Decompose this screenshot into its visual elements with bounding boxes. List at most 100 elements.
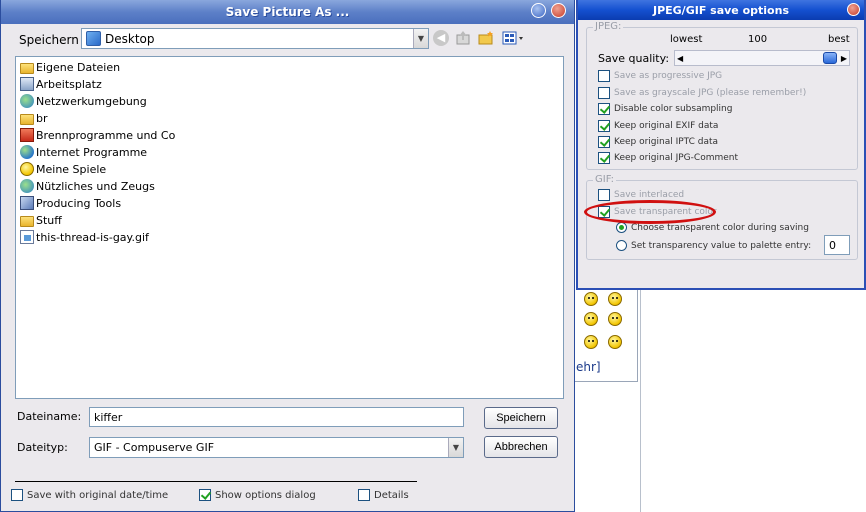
list-item[interactable]: Meine Spiele (20, 161, 106, 177)
file-name: this-thread-is-gay.gif (36, 230, 149, 244)
radio-button[interactable] (616, 240, 627, 251)
progressive-jpg-checkbox[interactable]: Save as progressive JPG (598, 70, 722, 82)
window-title: JPEG/GIF save options (652, 3, 789, 17)
checkbox-box[interactable] (598, 189, 610, 201)
view-menu-icon[interactable] (502, 30, 526, 46)
list-item[interactable]: Eigene Dateien (20, 59, 120, 75)
checkbox-box[interactable] (598, 206, 610, 218)
smiley-icon[interactable] (608, 292, 622, 306)
close-button[interactable] (551, 3, 566, 18)
original-date-checkbox[interactable]: Save with original date/time (11, 489, 168, 501)
filename-label: Dateiname: (17, 410, 82, 423)
programs-icon (20, 128, 34, 142)
radio-label: Choose transparent color during saving (631, 222, 809, 233)
title-bar[interactable]: JPEG/GIF save options (578, 0, 864, 20)
save-options-window: JPEG/GIF save options JPEG: lowest 100 b… (576, 0, 866, 290)
checkbox-label: Details (374, 489, 409, 501)
chevron-down-icon[interactable]: ▼ (448, 438, 463, 457)
filetype-label: Dateityp: (17, 441, 68, 454)
smiley-panel: ehr] (574, 290, 638, 382)
checkbox-box[interactable] (358, 489, 370, 501)
dialog-title: Save Picture As ... (225, 5, 350, 19)
checkbox-box[interactable] (598, 103, 610, 115)
checkbox-box[interactable] (598, 136, 610, 148)
save-button[interactable]: Speichern (484, 407, 558, 429)
slider-thumb[interactable] (823, 52, 837, 64)
checkbox-label: Show options dialog (215, 489, 316, 501)
filetype-value: GIF - Compuserve GIF (94, 441, 215, 454)
checkbox-box[interactable] (598, 70, 610, 82)
globe-icon (20, 145, 34, 159)
file-name: Producing Tools (36, 196, 122, 210)
file-name: Internet Programme (36, 145, 148, 159)
list-item[interactable]: Producing Tools (20, 195, 121, 211)
details-checkbox[interactable]: Details (358, 489, 409, 501)
smiley-icon[interactable] (584, 312, 598, 326)
file-list[interactable]: Eigene Dateien Arbeitsplatz Netzwerkumge… (15, 56, 564, 399)
checkbox-box[interactable] (199, 489, 211, 501)
file-name: Netzwerkumgebung (36, 94, 147, 108)
checkbox-label: Keep original EXIF data (614, 121, 719, 131)
title-bar[interactable]: Save Picture As ... (1, 0, 574, 24)
filename-field[interactable] (89, 407, 464, 427)
list-item[interactable]: Nützliches und Zeugs (20, 178, 155, 194)
list-item[interactable]: Stuff (20, 212, 62, 228)
list-item[interactable]: Arbeitsplatz (20, 76, 102, 92)
list-item[interactable]: this-thread-is-gay.gif (20, 229, 149, 245)
smiley-icon[interactable] (608, 312, 622, 326)
list-item[interactable]: Netzwerkumgebung (20, 93, 147, 109)
list-item[interactable]: br (20, 110, 48, 126)
checkbox-box[interactable] (598, 120, 610, 132)
desktop-icon (86, 31, 101, 46)
list-item[interactable]: Brennprogramme und Co (20, 127, 175, 143)
checkbox-label: Save as grayscale JPG (please remember!) (614, 88, 807, 98)
smiley-icon[interactable] (584, 335, 598, 349)
smiley-icon[interactable] (608, 335, 622, 349)
help-button[interactable] (531, 3, 546, 18)
exif-checkbox[interactable]: Keep original EXIF data (598, 120, 718, 132)
palette-entry-field[interactable] (824, 235, 850, 255)
quality-low-label: lowest (670, 34, 703, 45)
radio-button[interactable] (616, 222, 627, 233)
chevron-down-icon[interactable]: ▼ (413, 29, 428, 48)
close-button[interactable] (847, 3, 860, 16)
color-subsampling-checkbox[interactable]: Disable color subsampling (598, 103, 732, 115)
grayscale-jpg-checkbox[interactable]: Save as grayscale JPG (please remember!) (598, 87, 806, 99)
back-icon[interactable]: ◀ (433, 30, 449, 46)
new-folder-icon[interactable] (478, 30, 494, 46)
file-name: Brennprogramme und Co (36, 128, 176, 142)
checkbox-label: Keep original IPTC data (614, 137, 719, 147)
checkbox-label: Save as progressive JPG (614, 71, 723, 81)
file-name: Meine Spiele (36, 162, 107, 176)
quality-label: Save quality: (598, 52, 670, 65)
iptc-checkbox[interactable]: Keep original IPTC data (598, 136, 718, 148)
quality-value: 100 (748, 34, 768, 45)
radio-label: Set transparency value to palette entry: (631, 240, 812, 251)
filetype-select[interactable]: GIF - Compuserve GIF ▼ (89, 437, 464, 458)
group-title: GIF: (593, 174, 617, 185)
checkbox-box[interactable] (11, 489, 23, 501)
more-smilies-link[interactable]: ehr] (576, 360, 601, 374)
checkbox-label: Save transparent color (614, 207, 717, 217)
choose-transparent-radio[interactable]: Choose transparent color during saving (616, 222, 809, 233)
chevron-left-icon[interactable]: ◀ (677, 54, 683, 63)
chevron-right-icon[interactable]: ▶ (841, 54, 847, 63)
quality-slider[interactable]: ◀ ▶ (674, 50, 850, 66)
palette-entry-radio[interactable]: Set transparency value to palette entry: (616, 240, 811, 251)
background-page: ehr] (574, 290, 866, 512)
save-in-label: Speichern (19, 33, 79, 47)
transparent-color-checkbox[interactable]: Save transparent color (598, 206, 717, 218)
group-title: JPEG: (593, 21, 624, 32)
list-item[interactable]: Internet Programme (20, 144, 147, 160)
show-options-checkbox[interactable]: Show options dialog (199, 489, 316, 501)
file-name: Eigene Dateien (36, 60, 121, 74)
up-folder-icon[interactable] (455, 30, 471, 46)
computer-icon (20, 77, 34, 91)
interlaced-checkbox[interactable]: Save interlaced (598, 189, 684, 201)
checkbox-box[interactable] (598, 87, 610, 99)
cancel-button[interactable]: Abbrechen (484, 436, 558, 458)
jpg-comment-checkbox[interactable]: Keep original JPG-Comment (598, 152, 738, 164)
smiley-icon[interactable] (584, 292, 598, 306)
checkbox-box[interactable] (598, 152, 610, 164)
location-select[interactable]: Desktop ▼ (81, 28, 429, 49)
